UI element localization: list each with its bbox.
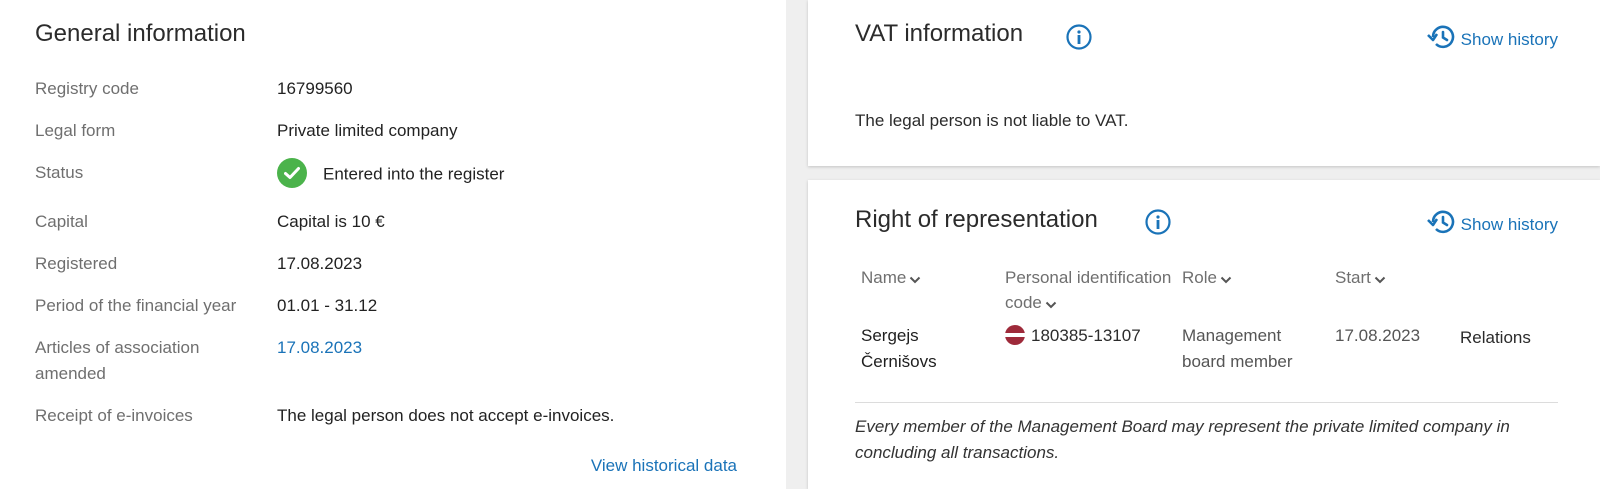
registry-code-label: Registry code: [35, 79, 139, 98]
history-icon: [1425, 209, 1455, 240]
vat-status-text: The legal person is not liable to VAT.: [855, 111, 1129, 130]
view-historical-data-link[interactable]: View historical data: [591, 453, 737, 479]
history-icon: [1425, 24, 1455, 55]
vat-information-panel: VAT information Show history The legal p…: [808, 0, 1600, 166]
column-header-personal-code[interactable]: Personal identification code: [1005, 265, 1175, 316]
chevron-down-icon: [1220, 266, 1232, 291]
articles-date-link[interactable]: 17.08.2023: [277, 335, 362, 361]
right-of-representation-panel: Right of representation Show history Nam…: [808, 180, 1600, 489]
legal-form-label: Legal form: [35, 121, 116, 140]
column-header-name-label: Name: [861, 268, 907, 287]
info-icon[interactable]: [1066, 24, 1092, 50]
column-header-start[interactable]: Start: [1335, 265, 1386, 291]
vat-show-history-label: Show history: [1460, 29, 1558, 49]
e-invoices-value: The legal person does not accept e-invoi…: [277, 406, 615, 425]
person-name: Sergejs Černišovs: [861, 326, 937, 371]
chevron-down-icon: [1374, 266, 1386, 291]
registered-value: 17.08.2023: [277, 254, 363, 273]
vat-show-history-button[interactable]: Show history: [1425, 24, 1558, 55]
chevron-down-icon: [1045, 291, 1057, 316]
column-header-start-label: Start: [1335, 268, 1371, 287]
registered-label: Registered: [35, 254, 118, 273]
status-value-wrap: Entered into the register: [277, 158, 505, 190]
e-invoices-label: Receipt of e-invoices: [35, 406, 193, 425]
column-header-name[interactable]: Name: [861, 265, 921, 291]
general-information-title: General information: [35, 20, 246, 47]
chevron-down-icon: [909, 266, 921, 291]
representation-show-history-label: Show history: [1460, 214, 1558, 234]
financial-year-label: Period of the financial year: [35, 296, 237, 315]
registry-code-value: 16799560: [277, 79, 353, 98]
vat-information-title: VAT information: [855, 20, 1024, 47]
status-value: Entered into the register: [323, 164, 505, 184]
table-divider: [855, 402, 1558, 403]
personal-code-cell: 180385-13107: [1005, 323, 1141, 349]
start-value: 17.08.2023: [1335, 326, 1421, 345]
representation-show-history-button[interactable]: Show history: [1425, 209, 1558, 240]
legal-form-value: Private limited company: [277, 121, 458, 140]
financial-year-value: 01.01 - 31.12: [277, 296, 378, 315]
capital-label: Capital: [35, 212, 88, 231]
column-header-role[interactable]: Role: [1182, 265, 1232, 291]
capital-value: Capital is 10 €: [277, 212, 385, 231]
role-value: Management board member: [1182, 326, 1293, 371]
status-label: Status: [35, 163, 84, 182]
column-header-personal-code-label: Personal identification code: [1005, 268, 1172, 312]
relations-link[interactable]: Relations: [1460, 325, 1531, 351]
info-icon[interactable]: [1145, 209, 1171, 235]
general-information-panel: General information Registry code 167995…: [0, 0, 786, 489]
panel-divider: [786, 0, 808, 489]
right-of-representation-title: Right of representation: [855, 206, 1098, 233]
check-icon: [277, 158, 307, 188]
representation-note: Every member of the Management Board may…: [855, 417, 1510, 462]
articles-label: Articles of association amended: [35, 338, 200, 383]
column-header-role-label: Role: [1182, 268, 1217, 287]
latvia-flag-icon: [1005, 324, 1025, 345]
personal-code-value: 180385-13107: [1031, 326, 1141, 345]
